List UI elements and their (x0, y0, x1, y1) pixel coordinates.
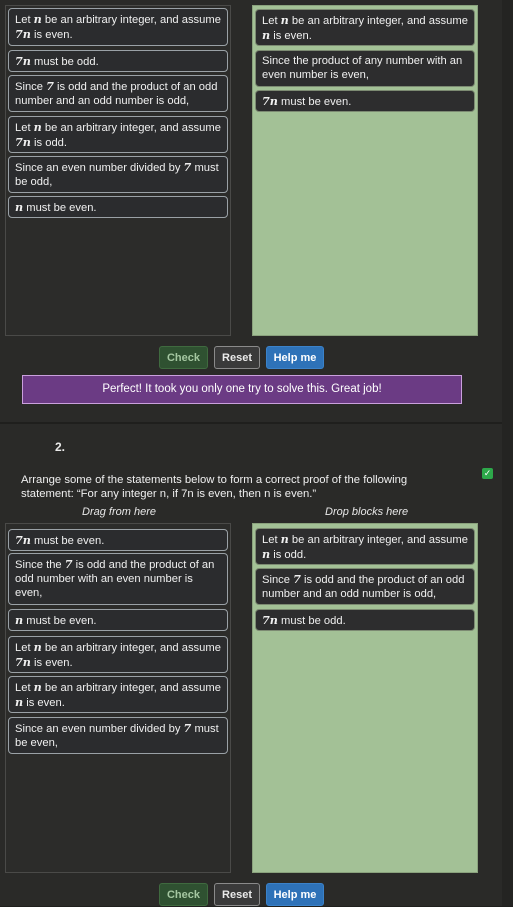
math-token: 7n (181, 488, 194, 500)
q2-placed-block[interactable]: 7n must be odd. (255, 609, 475, 631)
q1-source-block[interactable]: Let n be an arbitrary integer, and assum… (8, 116, 228, 153)
drag-area-1: Let n be an arbitrary integer, and assum… (5, 5, 231, 336)
q2-source-block[interactable]: Let n be an arbitrary integer, and assum… (8, 676, 228, 713)
math-token: 7 (293, 572, 301, 586)
math-token: 7n (262, 613, 278, 627)
math-token: n (15, 613, 24, 627)
drag-area-2: 7n must be even. Since the 7 is odd and … (5, 523, 231, 873)
success-banner: Perfect! It took you only one try to sol… (22, 375, 462, 404)
math-token: 7n (15, 533, 31, 547)
q1-source-block[interactable]: Let n be an arbitrary integer, and assum… (8, 8, 228, 46)
math-token: 7n (15, 54, 31, 68)
q1-source-block[interactable]: Since an even number divided by 7 must b… (8, 156, 228, 193)
q2-placed-block[interactable]: Since 7 is odd and the product of an odd… (255, 568, 475, 605)
math-token: 7n (15, 135, 31, 149)
math-token: n (33, 12, 42, 26)
check-button[interactable]: Check (159, 346, 208, 369)
math-token: n (262, 547, 271, 561)
check-button[interactable]: Check (159, 883, 208, 906)
drop-area-1[interactable]: Let n be an arbitrary integer, and assum… (252, 5, 478, 336)
reset-button[interactable]: Reset (214, 883, 260, 906)
drop-header: Drop blocks here (325, 506, 409, 518)
math-token: n (264, 488, 271, 500)
q2-source-block[interactable]: Since an even number divided by 7 must b… (8, 717, 228, 754)
drop-area-2[interactable]: Let n be an arbitrary integer, and assum… (252, 523, 478, 873)
math-token: 7n (15, 655, 31, 669)
math-token: 7n (262, 94, 278, 108)
q1-placed-block[interactable]: Since the product of any number with an … (255, 50, 475, 87)
page-edge (502, 0, 513, 906)
q2-placed-block[interactable]: Let n be an arbitrary integer, and assum… (255, 528, 475, 565)
help-button[interactable]: Help me (266, 346, 324, 369)
question-number: 2. (55, 440, 66, 454)
math-token: n (280, 532, 289, 546)
math-token: n (33, 120, 42, 134)
drag-header: Drag from here (82, 506, 156, 518)
question-1-panel: Let n be an arbitrary integer, and assum… (0, 0, 502, 422)
q1-placed-block[interactable]: 7n must be even. (255, 90, 475, 112)
math-token: n (15, 200, 24, 214)
math-token: n (262, 28, 271, 42)
q2-source-block[interactable]: Let n be an arbitrary integer, and assum… (8, 636, 228, 673)
q1-source-block[interactable]: Since 7 is odd and the product of an odd… (8, 75, 228, 112)
math-token: n (280, 13, 289, 27)
math-token: 7 (183, 721, 192, 735)
math-token: n (33, 680, 42, 694)
math-token: n (15, 695, 24, 709)
reset-button[interactable]: Reset (214, 346, 260, 369)
math-token: 7 (64, 557, 73, 571)
q1-source-block[interactable]: n must be even. (8, 196, 228, 218)
q2-source-block[interactable]: 7n must be even. (8, 529, 228, 551)
math-token: n (33, 640, 42, 654)
q2-source-block[interactable]: n must be even. (8, 609, 228, 631)
correct-check-icon: ✓ (482, 468, 493, 479)
q1-placed-block[interactable]: Let n be an arbitrary integer, and assum… (255, 9, 475, 46)
q2-source-block[interactable]: Since the 7 is odd and the product of an… (8, 553, 228, 605)
math-token: 7n (15, 27, 31, 41)
math-token: 7 (46, 79, 54, 93)
math-token: n (159, 488, 167, 500)
question-prompt: Arrange some of the statements below to … (21, 474, 408, 500)
help-button[interactable]: Help me (266, 883, 324, 906)
math-token: 7 (183, 160, 192, 174)
q1-source-block[interactable]: 7n must be odd. (8, 50, 228, 72)
